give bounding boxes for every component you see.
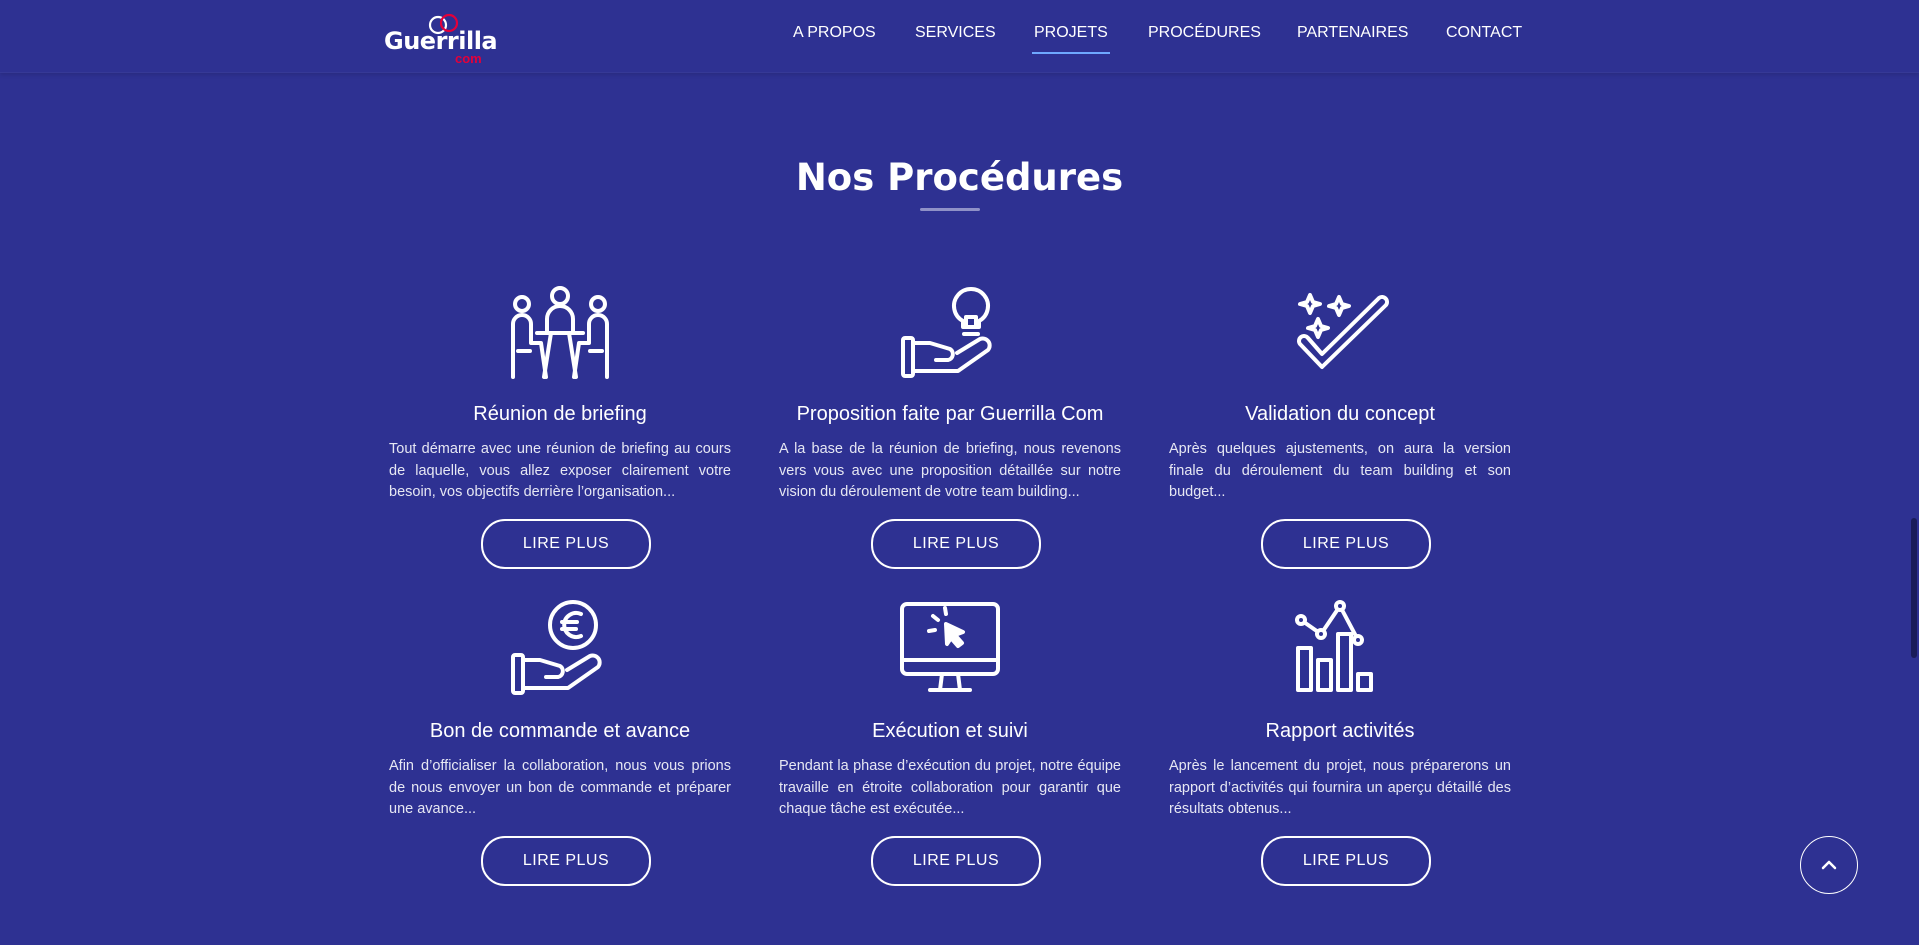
procedure-card: Rapport activités Après le lancement du …: [1169, 600, 1511, 900]
site-header: Guerrilla com A PROPOS SERVICES PROJETS …: [0, 0, 1919, 73]
procedure-card: Réunion de briefing Tout démarre avec un…: [389, 283, 731, 583]
card-text: Afin d’officialiser la collaboration, no…: [389, 758, 731, 817]
check-sparkle-icon: [1290, 283, 1390, 383]
card-title: Validation du concept: [1245, 403, 1435, 425]
card-text: Tout démarre avec une réunion de briefin…: [389, 441, 731, 500]
scrollbar[interactable]: [1908, 0, 1919, 945]
read-more-button[interactable]: LIRE PLUS: [481, 519, 651, 569]
nav-procedures[interactable]: PROCÉDURES: [1148, 24, 1261, 42]
procedure-card: Proposition faite par Guerrilla Com A la…: [779, 283, 1121, 583]
procedure-card: Bon de commande et avance Afin d’officia…: [389, 600, 731, 900]
section-title: Nos Procédures: [795, 156, 1124, 199]
logo[interactable]: Guerrilla com: [382, 10, 498, 66]
read-more-button[interactable]: LIRE PLUS: [1261, 519, 1431, 569]
procedure-card: Exécution et suivi Pendant la phase d’ex…: [779, 600, 1121, 900]
nav-a-propos[interactable]: A PROPOS: [793, 24, 876, 42]
idea-hand-icon: [900, 283, 1000, 383]
read-more-button[interactable]: LIRE PLUS: [1261, 836, 1431, 886]
title-underline: [920, 208, 980, 211]
nav-projets[interactable]: PROJETS: [1032, 24, 1110, 54]
read-more-button[interactable]: LIRE PLUS: [871, 519, 1041, 569]
read-more-button[interactable]: LIRE PLUS: [871, 836, 1041, 886]
chevron-up-icon: [1821, 860, 1837, 870]
card-title: Rapport activités: [1265, 720, 1415, 742]
procedure-card: Validation du concept Après quelques aju…: [1169, 283, 1511, 583]
card-text: Après le lancement du projet, nous prépa…: [1169, 758, 1511, 817]
read-more-button[interactable]: LIRE PLUS: [481, 836, 651, 886]
euro-hand-icon: [510, 600, 610, 700]
card-text: Pendant la phase d’exécution du projet, …: [779, 758, 1121, 817]
card-text: A la base de la réunion de briefing, nou…: [779, 441, 1121, 500]
logo-name: Guerrilla: [384, 27, 498, 55]
bar-chart-icon: [1290, 600, 1390, 700]
nav-partenaires[interactable]: PARTENAIRES: [1297, 24, 1408, 42]
card-title: Bon de commande et avance: [429, 720, 691, 742]
nav-contact[interactable]: CONTACT: [1446, 24, 1522, 42]
logo-sub: com: [455, 51, 482, 66]
monitor-click-icon: [900, 600, 1000, 700]
card-text: Après quelques ajustements, on aura la v…: [1169, 441, 1511, 500]
scrollbar-thumb[interactable]: [1911, 518, 1917, 658]
card-title: Proposition faite par Guerrilla Com: [796, 403, 1104, 425]
card-title: Réunion de briefing: [473, 403, 647, 425]
nav-services[interactable]: SERVICES: [915, 24, 996, 42]
scroll-top-button[interactable]: [1800, 836, 1858, 894]
meeting-icon: [510, 283, 610, 383]
card-title: Exécution et suivi: [872, 720, 1028, 742]
